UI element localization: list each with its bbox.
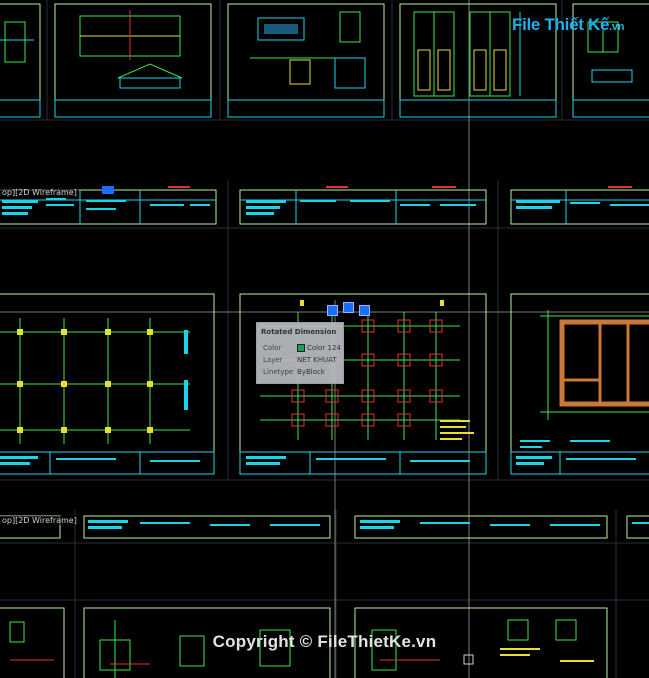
selection-markers [102, 186, 114, 194]
tooltip-key: Color [263, 344, 282, 352]
tooltip-row-linetype: Linetype ByBlock [263, 368, 343, 378]
tooltip-row-color: Color Color 124 [263, 344, 343, 354]
tooltip-value: ByBlock [297, 368, 325, 376]
title-block-text-row-3 [0, 456, 636, 465]
grip-handle[interactable] [343, 302, 354, 313]
rollover-tooltip: Rotated Dimension Color Color 124 Layer … [256, 322, 344, 384]
grip-handle[interactable] [327, 305, 338, 316]
grip-handle[interactable] [359, 305, 370, 316]
drawing-title-marks-row-2 [168, 186, 632, 188]
tooltip-key: Linetype [263, 368, 294, 376]
tooltip-value: Color 124 [307, 344, 341, 352]
tooltip-value: NET KHUAT [297, 356, 337, 364]
structural-grid-left [0, 318, 190, 444]
tooltip-title: Rotated Dimension [261, 328, 337, 336]
viewport-label[interactable]: op][2D Wireframe] [0, 188, 79, 197]
viewport-label[interactable]: op][2D Wireframe] [0, 516, 79, 525]
watermark-logo: File Thiết Kế.vn [508, 12, 624, 42]
title-strip-text-row-2 [2, 198, 649, 215]
floor-plan-right [520, 310, 649, 448]
title-blocks-row-3 [0, 451, 649, 475]
title-strip-text-row-4 [88, 520, 649, 529]
logo-suffix: .vn [609, 21, 625, 33]
tooltip-row-layer: Layer NET KHUAT [263, 356, 343, 366]
color-swatch-icon [297, 344, 305, 352]
title-blocks-row-1 [0, 99, 649, 118]
logo-text: File Thiết Kế [512, 15, 610, 34]
copyright-watermark: Copyright © FileThietKe.vn [212, 632, 437, 651]
tooltip-key: Layer [263, 356, 283, 364]
